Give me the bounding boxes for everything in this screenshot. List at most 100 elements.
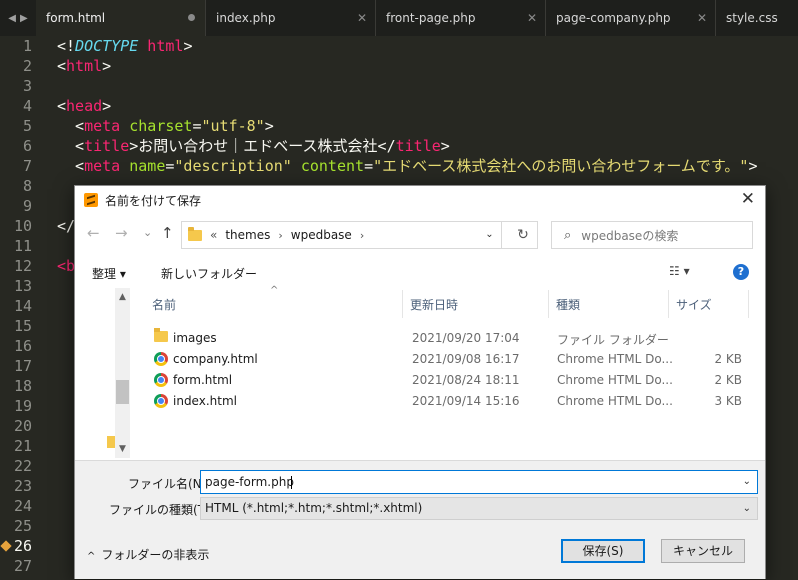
chevron-right-icon[interactable]: › [278,229,282,242]
code-line-5: <meta charset="utf-8"> [57,117,274,135]
chevron-down-icon[interactable]: ⌄ [743,471,751,493]
organize-button[interactable]: 整理 ▾ [92,265,126,282]
scroll-up-icon[interactable]: ▲ [119,292,126,302]
tab-page-company-php[interactable]: page-company.php ✕ [546,0,716,36]
new-folder-button[interactable]: 新しいフォルダー [161,265,257,282]
code-token: head [66,97,103,115]
tab-left-icon[interactable]: ◀ [8,13,16,24]
line-number: 5 [22,117,32,135]
breadcrumb-themes[interactable]: themes [225,228,270,242]
tab-front-page-php[interactable]: front-page.php ✕ [376,0,546,36]
dialog-titlebar[interactable]: 名前を付けて保存 ✕ [75,186,765,214]
tab-label: page-company.php [556,11,671,25]
line-number: 6 [22,137,32,155]
chevron-right-icon[interactable]: › [360,229,364,242]
view-options-icon[interactable]: ☷ ▾ [669,264,690,278]
help-icon[interactable]: ? [733,264,749,280]
save-button[interactable]: 保存(S) [561,539,645,563]
address-dropdown-icon[interactable]: ⌄ [478,221,502,249]
tab-label: front-page.php [386,11,476,25]
column-divider[interactable] [668,290,669,318]
line-number: 16 [13,337,32,355]
search-box[interactable]: ⌕ wpedbaseの検索 [551,221,753,249]
up-arrow-icon[interactable]: ↑ [161,224,174,242]
code-token: <b [57,257,76,275]
tab-form-html[interactable]: form.html [36,0,206,36]
close-icon[interactable]: ✕ [741,189,755,209]
modified-dot-icon [188,14,195,21]
refresh-icon[interactable]: ↻ [508,221,538,249]
forward-arrow-icon[interactable]: → [115,224,128,242]
scrollbar-thumb[interactable] [116,380,129,404]
code-token: meta [84,157,121,175]
file-size: 2 KB [714,373,742,387]
code-token: title [395,137,441,155]
close-tab-icon[interactable]: ✕ [697,11,707,25]
cancel-button[interactable]: キャンセル [661,539,745,563]
list-item[interactable]: images 2021/09/20 17:04 ファイル フォルダー [130,328,765,349]
navigation-pane-scrollbar[interactable]: ▲ ▼ [115,288,130,458]
file-name: index.html [173,394,237,408]
column-header-modified[interactable]: 更新日時 [410,296,458,313]
column-divider[interactable] [402,290,403,318]
code-token: DOCTYPE [75,37,139,55]
column-header-size[interactable]: サイズ [676,296,712,313]
filename-label: ファイル名(N): [128,477,211,491]
column-divider[interactable] [548,290,549,318]
chevron-up-icon: ^ [87,551,96,562]
column-header-type[interactable]: 種類 [556,296,580,313]
code-token: "description" [174,157,292,175]
tab-right-icon[interactable]: ▶ [20,13,28,24]
code-token: charset [129,117,193,135]
line-number-gutter: 1 2 3 4 5 6 7 8 9 10 11 12 13 14 15 16 17 18 19 20 21 22 23 24 2… [0,36,42,580]
hide-folders-toggle[interactable]: ^ フォルダーの非表示 [87,546,209,563]
line-number: 23 [13,477,32,495]
line-number: 27 [13,557,32,575]
breadcrumb-wpedbase[interactable]: wpedbase [291,228,352,242]
code-line-10: </ [57,216,75,236]
list-item[interactable]: form.html 2021/08/24 18:11 Chrome HTML D… [130,370,765,391]
back-arrow-icon[interactable]: ← [87,224,100,242]
line-number: 11 [13,237,32,255]
file-type: Chrome HTML Do... [557,352,673,366]
recent-locations-icon[interactable]: ⌄ [143,226,152,239]
breadcrumb-overflow[interactable]: « [210,228,217,242]
chrome-icon [154,352,168,366]
line-number: 8 [22,177,32,195]
column-divider[interactable] [748,290,749,318]
file-list[interactable]: ^ 名前 更新日時 種類 サイズ images 2021/09/20 17:04… [130,285,765,458]
folder-icon [188,226,202,241]
code-line-7: <meta name="description" content="エドベース株… [57,157,758,175]
close-tab-icon[interactable]: ✕ [357,11,367,25]
code-token: html [138,37,184,55]
file-type: ファイル フォルダー [557,333,669,347]
list-item[interactable]: index.html 2021/09/14 15:16 Chrome HTML … [130,391,765,412]
line-number: 13 [13,277,32,295]
chrome-icon [154,373,168,387]
tab-index-php[interactable]: index.php ✕ [206,0,376,36]
file-type: Chrome HTML Do... [557,394,673,408]
list-item[interactable]: company.html 2021/09/08 16:17 Chrome HTM… [130,349,765,370]
tab-style-css[interactable]: style.css [716,0,798,36]
filename-input[interactable]: page-form.php ⌄ [200,470,758,494]
chevron-down-icon[interactable]: ⌄ [743,498,751,519]
navigation-pane[interactable] [75,288,115,458]
filetype-select[interactable]: HTML (*.html;*.htm;*.shtml;*.xhtml) ⌄ [200,497,758,520]
code-area[interactable]: <!DOCTYPE html> <html> <head> <meta char… [57,36,758,275]
column-header-name[interactable]: 名前 [152,296,176,313]
line-number: 17 [13,357,32,375]
hide-folders-label: フォルダーの非表示 [101,548,210,562]
close-tab-icon[interactable]: ✕ [527,11,537,25]
line-number: 22 [13,457,32,475]
code-line-1: <!DOCTYPE html> [57,36,192,56]
line-number: 12 [13,257,32,275]
tab-scroll-arrows[interactable]: ◀ ▶ [0,0,36,36]
code-token: title [84,137,130,155]
filetype-value: HTML (*.html;*.htm;*.shtml;*.xhtml) [205,501,423,515]
code-token: "エドベース株式会社へのお問い合わせフォームです。" [373,157,749,175]
search-placeholder: wpedbaseの検索 [581,228,679,243]
code-token: html [66,57,103,75]
scroll-down-icon[interactable]: ▼ [119,444,126,454]
line-number: 21 [13,437,32,455]
navigation-bar: ← → ⌄ ↑ « themes › wpedbase › ⌄ ↻ ⌕ wped… [75,218,765,252]
